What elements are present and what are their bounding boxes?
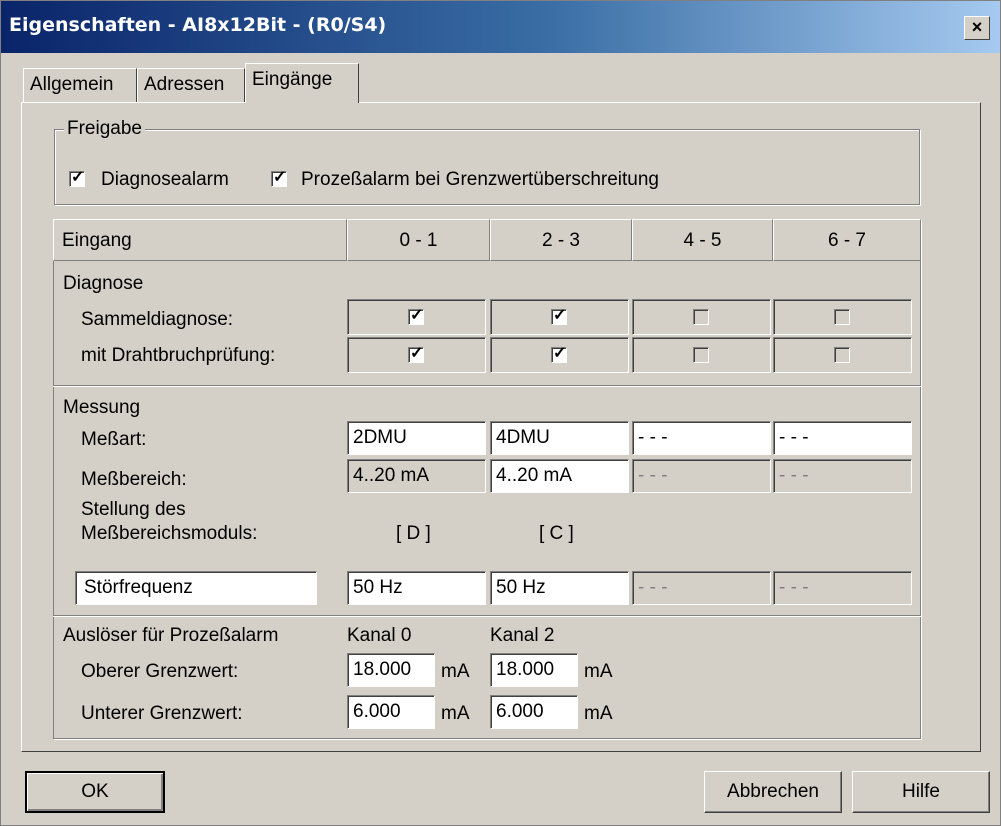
stellung-value-0-1: [ D ] bbox=[396, 523, 431, 544]
kanal-2-label: Kanal 2 bbox=[490, 625, 555, 646]
oberer-grenzwert-kanal-0[interactable]: 18.000 bbox=[347, 653, 435, 687]
stoerfrequenz-field-6-7[interactable]: - - - bbox=[773, 571, 912, 605]
messbereich-label: Meßbereich: bbox=[81, 469, 187, 490]
messart-field-2-3[interactable]: 4DMU bbox=[490, 421, 629, 455]
unit-label: mA bbox=[441, 661, 470, 682]
header-col-6-7: 6 - 7 bbox=[773, 219, 921, 261]
oberer-grenzwert-label: Oberer Grenzwert: bbox=[81, 661, 239, 682]
drahtbruch-cell-2-3: ✓ bbox=[490, 337, 629, 373]
messbereich-field-4-5[interactable]: - - - bbox=[632, 459, 771, 493]
drahtbruch-cell-6-7 bbox=[773, 337, 912, 373]
check-icon: ✓ bbox=[273, 169, 287, 186]
drahtbruch-label: mit Drahtbruchprüfung: bbox=[81, 345, 276, 366]
drahtbruch-checkbox-4-5[interactable] bbox=[693, 347, 709, 363]
stellung-label-line2: Meßbereichsmoduls: bbox=[81, 523, 258, 544]
diagnosealarm-label: Diagnosealarm bbox=[101, 169, 229, 190]
messung-section-label: Messung bbox=[63, 397, 141, 418]
drahtbruch-checkbox-2-3[interactable]: ✓ bbox=[551, 345, 567, 363]
freigabe-group bbox=[54, 129, 920, 205]
panel-content: Freigabe ✓ Diagnosealarm ✓ Prozeßalarm b… bbox=[1, 1, 1000, 825]
sammeldiagnose-checkbox-0-1[interactable]: ✓ bbox=[408, 307, 424, 325]
drahtbruch-checkbox-0-1[interactable]: ✓ bbox=[408, 345, 424, 363]
oberer-grenzwert-kanal-2[interactable]: 18.000 bbox=[490, 653, 578, 687]
header-col-4-5: 4 - 5 bbox=[632, 219, 773, 261]
drahtbruch-cell-0-1: ✓ bbox=[347, 337, 486, 373]
header-col-0-1: 0 - 1 bbox=[347, 219, 490, 261]
stoerfrequenz-field-0-1[interactable]: 50 Hz bbox=[347, 571, 486, 605]
unterer-grenzwert-kanal-2[interactable]: 6.000 bbox=[490, 695, 578, 729]
diagnose-section-label: Diagnose bbox=[63, 273, 144, 294]
check-icon: ✓ bbox=[410, 345, 424, 362]
stellung-label-line1: Stellung des bbox=[81, 499, 186, 520]
drahtbruch-cell-4-5 bbox=[632, 337, 771, 373]
sammeldiagnose-checkbox-4-5[interactable] bbox=[693, 309, 709, 325]
diagnosealarm-checkbox[interactable]: ✓ bbox=[69, 169, 85, 187]
stoerfrequenz-field-4-5[interactable]: - - - bbox=[632, 571, 771, 605]
unit-label: mA bbox=[584, 661, 613, 682]
header-eingang: Eingang bbox=[53, 219, 347, 261]
stoerfrequenz-field-2-3[interactable]: 50 Hz bbox=[490, 571, 629, 605]
check-icon: ✓ bbox=[553, 345, 567, 362]
unterer-grenzwert-kanal-0[interactable]: 6.000 bbox=[347, 695, 435, 729]
sammeldiagnose-checkbox-6-7[interactable] bbox=[834, 309, 850, 325]
messbereich-field-6-7[interactable]: - - - bbox=[773, 459, 912, 493]
unit-label: mA bbox=[584, 703, 613, 724]
messart-field-4-5[interactable]: - - - bbox=[632, 421, 771, 455]
ausloeser-section-label: Auslöser für Prozeßalarm bbox=[63, 625, 279, 646]
check-icon: ✓ bbox=[553, 307, 567, 324]
section-divider bbox=[53, 385, 921, 387]
stoerfrequenz-label-field: Störfrequenz bbox=[75, 571, 317, 605]
messart-field-0-1[interactable]: 2DMU bbox=[347, 421, 486, 455]
sammeldiagnose-label: Sammeldiagnose: bbox=[81, 309, 234, 330]
stellung-value-2-3: [ C ] bbox=[539, 523, 574, 544]
drahtbruch-checkbox-6-7[interactable] bbox=[834, 347, 850, 363]
unit-label: mA bbox=[441, 703, 470, 724]
prozessalarm-checkbox[interactable]: ✓ bbox=[271, 169, 287, 187]
properties-dialog: Eigenschaften - AI8x12Bit - (R0/S4) × Al… bbox=[0, 0, 1001, 826]
freigabe-label: Freigabe bbox=[64, 118, 145, 140]
sammeldiagnose-cell-4-5 bbox=[632, 299, 771, 335]
messart-field-6-7[interactable]: - - - bbox=[773, 421, 912, 455]
messart-label: Meßart: bbox=[81, 429, 147, 450]
sammeldiagnose-cell-0-1: ✓ bbox=[347, 299, 486, 335]
prozessalarm-label: Prozeßalarm bei Grenzwertüberschreitung bbox=[301, 169, 659, 190]
unterer-grenzwert-label: Unterer Grenzwert: bbox=[81, 703, 243, 724]
section-divider bbox=[53, 615, 921, 617]
check-icon: ✓ bbox=[71, 169, 85, 186]
sammeldiagnose-cell-6-7 bbox=[773, 299, 912, 335]
check-icon: ✓ bbox=[410, 307, 424, 324]
sammeldiagnose-checkbox-2-3[interactable]: ✓ bbox=[551, 307, 567, 325]
messbereich-field-2-3[interactable]: 4..20 mA bbox=[490, 459, 629, 493]
kanal-0-label: Kanal 0 bbox=[347, 625, 412, 646]
header-col-2-3: 2 - 3 bbox=[490, 219, 632, 261]
sammeldiagnose-cell-2-3: ✓ bbox=[490, 299, 629, 335]
messbereich-field-0-1[interactable]: 4..20 mA bbox=[347, 459, 486, 493]
